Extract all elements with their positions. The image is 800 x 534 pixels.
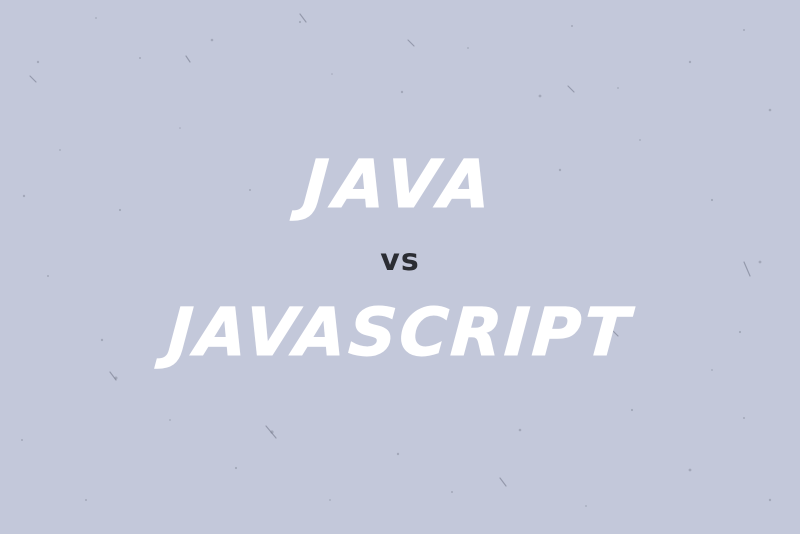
vs-label: vs [380, 243, 420, 278]
java-heading: JAVA [300, 146, 500, 224]
javascript-heading: JAVASCRIPT [165, 294, 635, 372]
banner-image: JAVA vs JAVASCRIPT [0, 0, 800, 534]
